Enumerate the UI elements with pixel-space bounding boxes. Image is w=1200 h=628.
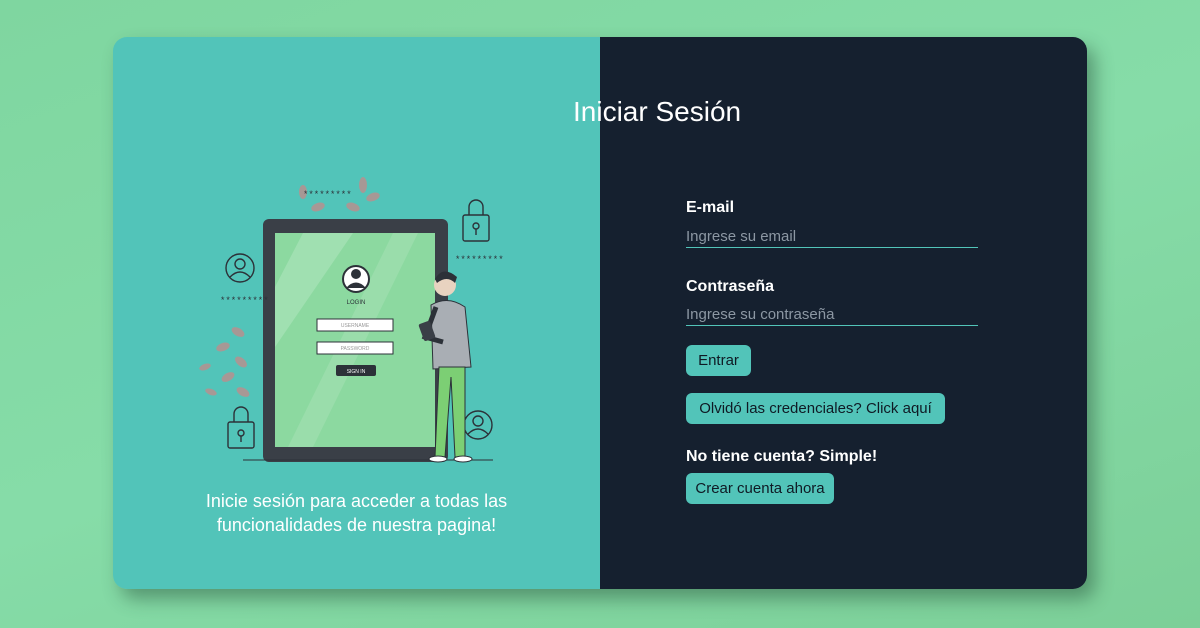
submit-button[interactable]: Entrar — [686, 345, 751, 376]
forgot-credentials-button[interactable]: Olvidó las credenciales? Click aquí — [686, 393, 945, 424]
svg-text:USERNAME: USERNAME — [341, 323, 370, 329]
illustration-panel: LOGIN USERNAME PASSWORD SIGN IN ********… — [113, 37, 600, 589]
login-illustration: LOGIN USERNAME PASSWORD SIGN IN ********… — [199, 177, 504, 463]
svg-text:PASSWORD: PASSWORD — [341, 346, 370, 352]
lock-icon-top-right — [462, 199, 490, 242]
illustration-caption: Inicie sesión para acceder a todas las f… — [113, 489, 600, 537]
create-account-button[interactable]: Crear cuenta ahora — [686, 473, 834, 504]
email-input[interactable] — [686, 226, 978, 248]
svg-text:*********: ********* — [303, 190, 352, 200]
caption-line-2: funcionalidades de nuestra pagina! — [216, 515, 497, 535]
password-label: Contraseña — [686, 278, 775, 295]
svg-text:*********: ********* — [455, 255, 504, 265]
no-account-text: No tiene cuenta? Simple! — [686, 448, 878, 465]
svg-text:LOGIN: LOGIN — [347, 300, 366, 306]
email-label: E-mail — [686, 199, 735, 216]
page-title: Iniciar Sesión — [573, 96, 742, 127]
user-circle-icon-right — [463, 410, 493, 440]
svg-text:SIGN IN: SIGN IN — [347, 369, 366, 375]
caption-line-1: Inicie sesión para acceder a todas las — [205, 491, 508, 511]
user-circle-icon-left — [225, 253, 255, 283]
lock-icon-bottom-left — [227, 406, 255, 449]
svg-text:*********: ********* — [220, 296, 269, 306]
password-input[interactable] — [686, 304, 978, 326]
